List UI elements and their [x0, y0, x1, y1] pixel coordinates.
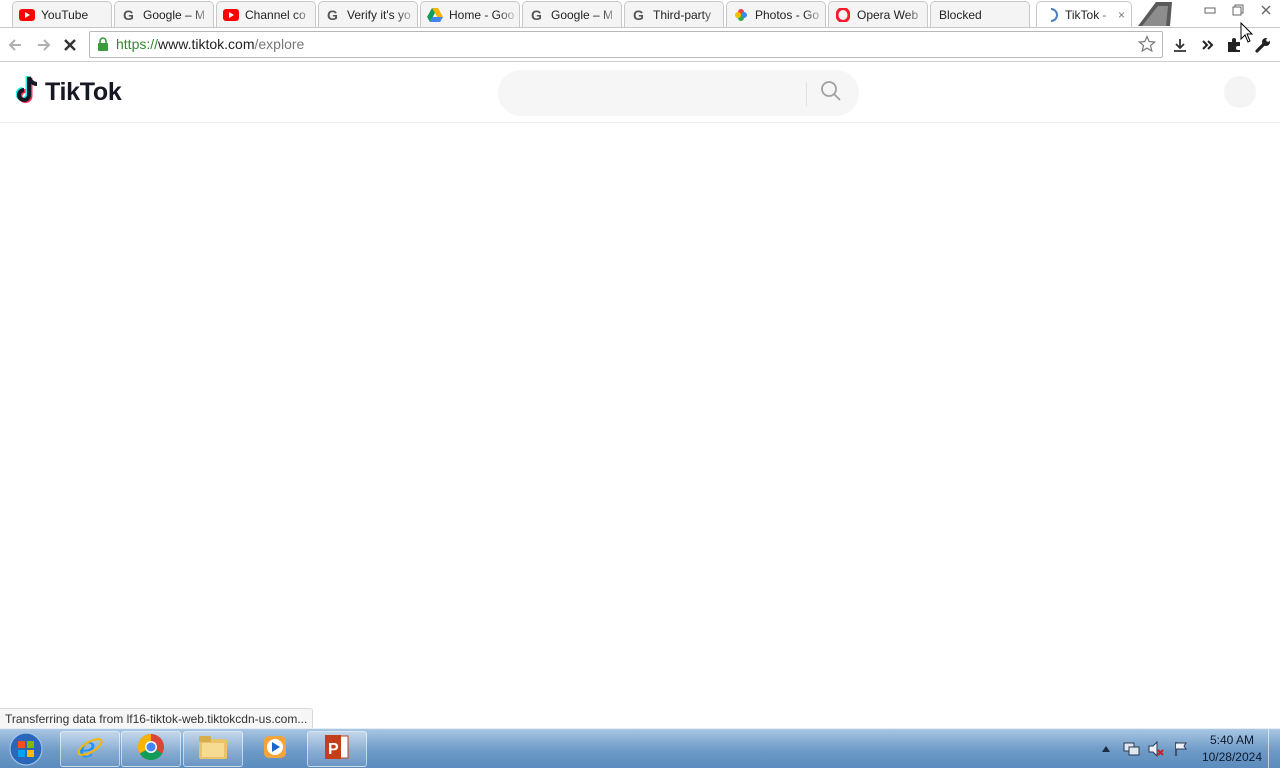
tab-channel[interactable]: Channel co — [216, 1, 316, 27]
url-host: www.tiktok.com — [158, 36, 255, 52]
svg-text:G: G — [327, 8, 338, 22]
forward-arrow-icon[interactable] — [31, 33, 55, 57]
tab-title: Opera Web — [857, 7, 919, 22]
status-bubble: Transferring data from lf16-tiktok-web.t… — [0, 708, 314, 728]
tab-title: YouTube — [41, 7, 89, 22]
internet-explorer-icon: e — [75, 731, 105, 767]
tab-tiktok-active[interactable]: TikTok - × — [1036, 1, 1132, 27]
close-window-icon[interactable] — [1252, 0, 1280, 20]
tiktok-note-icon — [15, 75, 42, 110]
google-icon: G — [631, 7, 647, 23]
youtube-icon — [223, 7, 239, 23]
taskbar-file-explorer[interactable] — [183, 731, 243, 767]
stop-loading-icon[interactable] — [58, 33, 82, 57]
address-bar[interactable]: https://www.tiktok.com/explore — [89, 31, 1163, 58]
tab-drive-home[interactable]: Home - Goo — [420, 1, 520, 27]
taskbar-media-player[interactable] — [245, 731, 305, 767]
svg-text:G: G — [123, 8, 134, 22]
download-icon[interactable] — [1168, 33, 1192, 57]
system-tray: 5:40 AM 10/28/2024 — [1092, 729, 1280, 769]
taskbar-chrome[interactable] — [121, 731, 181, 767]
window-controls — [1196, 0, 1280, 22]
back-arrow-icon[interactable] — [4, 33, 28, 57]
search-button[interactable] — [816, 80, 846, 106]
overflow-chevron-icon[interactable] — [1196, 33, 1220, 57]
search-bar[interactable] — [498, 70, 859, 116]
tab-youtube[interactable]: YouTube — [12, 1, 112, 27]
tab-title: Google – M — [143, 7, 206, 22]
tab-strip: YouTube G Google – M Channel co G Verify… — [0, 0, 1280, 28]
powerpoint-icon: P — [322, 732, 352, 767]
google-icon: G — [325, 7, 341, 23]
minimize-icon[interactable] — [1196, 0, 1224, 20]
tab-title: Channel co — [245, 7, 306, 22]
windows-taskbar: e P 5:40 AM 10/28/2024 — [0, 728, 1280, 769]
avatar-placeholder[interactable] — [1224, 76, 1256, 108]
tiktok-header: TikTok — [0, 62, 1280, 123]
url-path: /explore — [254, 36, 305, 52]
tab-google-2[interactable]: G Google – M — [522, 1, 622, 27]
youtube-icon — [19, 7, 35, 23]
tab-photos[interactable]: Photos - Go — [726, 1, 826, 27]
page-content-area — [0, 124, 1280, 708]
taskbar-powerpoint[interactable]: P — [307, 731, 367, 767]
tab-title: Google – M — [551, 7, 614, 22]
clock-time: 5:40 AM — [1209, 733, 1254, 747]
search-divider — [806, 82, 807, 106]
google-icon: G — [529, 7, 545, 23]
url-text: https://www.tiktok.com/explore — [116, 36, 304, 52]
start-button[interactable] — [6, 730, 46, 768]
drive-icon — [427, 7, 443, 23]
bookmark-star-icon[interactable] — [1137, 34, 1157, 58]
tiktok-wordmark: TikTok — [45, 77, 122, 106]
photos-icon — [733, 7, 749, 23]
tab-title: Blocked — [939, 7, 982, 22]
tiktok-logo[interactable]: TikTok — [15, 75, 122, 110]
taskbar-internet-explorer[interactable]: e — [60, 731, 120, 767]
browser-toolbar: https://www.tiktok.com/explore — [0, 28, 1280, 62]
new-tab-button[interactable] — [1134, 0, 1174, 26]
close-tab-icon[interactable]: × — [1118, 8, 1125, 22]
svg-text:G: G — [531, 8, 542, 22]
google-icon: G — [121, 7, 137, 23]
network-icon[interactable] — [1120, 738, 1142, 760]
tab-title: Third-party — [653, 7, 712, 22]
tab-verify[interactable]: G Verify it's yo — [318, 1, 418, 27]
tab-title: Verify it's yo — [347, 7, 411, 22]
action-center-flag-icon[interactable] — [1170, 738, 1192, 760]
tab-opera[interactable]: Opera Web — [828, 1, 928, 27]
tab-title: TikTok - — [1065, 7, 1107, 22]
tab-blocked[interactable]: Blocked — [930, 1, 1030, 27]
search-icon — [820, 80, 842, 107]
show-desktop-button[interactable] — [1268, 729, 1280, 769]
tab-third-party[interactable]: G Third-party — [624, 1, 724, 27]
search-input[interactable] — [518, 82, 798, 104]
wrench-icon[interactable] — [1251, 33, 1275, 57]
volume-muted-icon[interactable] — [1145, 738, 1167, 760]
lock-icon — [97, 37, 109, 56]
file-explorer-icon — [197, 733, 229, 766]
tab-title: Photos - Go — [755, 7, 820, 22]
show-hidden-icons-icon[interactable] — [1095, 738, 1117, 760]
opera-icon — [835, 7, 851, 23]
chrome-icon — [136, 732, 166, 767]
system-clock[interactable]: 5:40 AM 10/28/2024 — [1202, 732, 1262, 766]
restore-icon[interactable] — [1224, 0, 1252, 20]
clock-date: 10/28/2024 — [1201, 750, 1262, 764]
tab-google-1[interactable]: G Google – M — [114, 1, 214, 27]
mouse-cursor-icon — [1240, 21, 1254, 44]
svg-text:G: G — [633, 8, 644, 22]
media-player-icon — [262, 734, 288, 765]
tab-title: Home - Goo — [449, 7, 515, 22]
loading-spinner-icon — [1043, 7, 1059, 23]
url-scheme: https:// — [116, 36, 159, 52]
svg-text:P: P — [328, 741, 339, 758]
